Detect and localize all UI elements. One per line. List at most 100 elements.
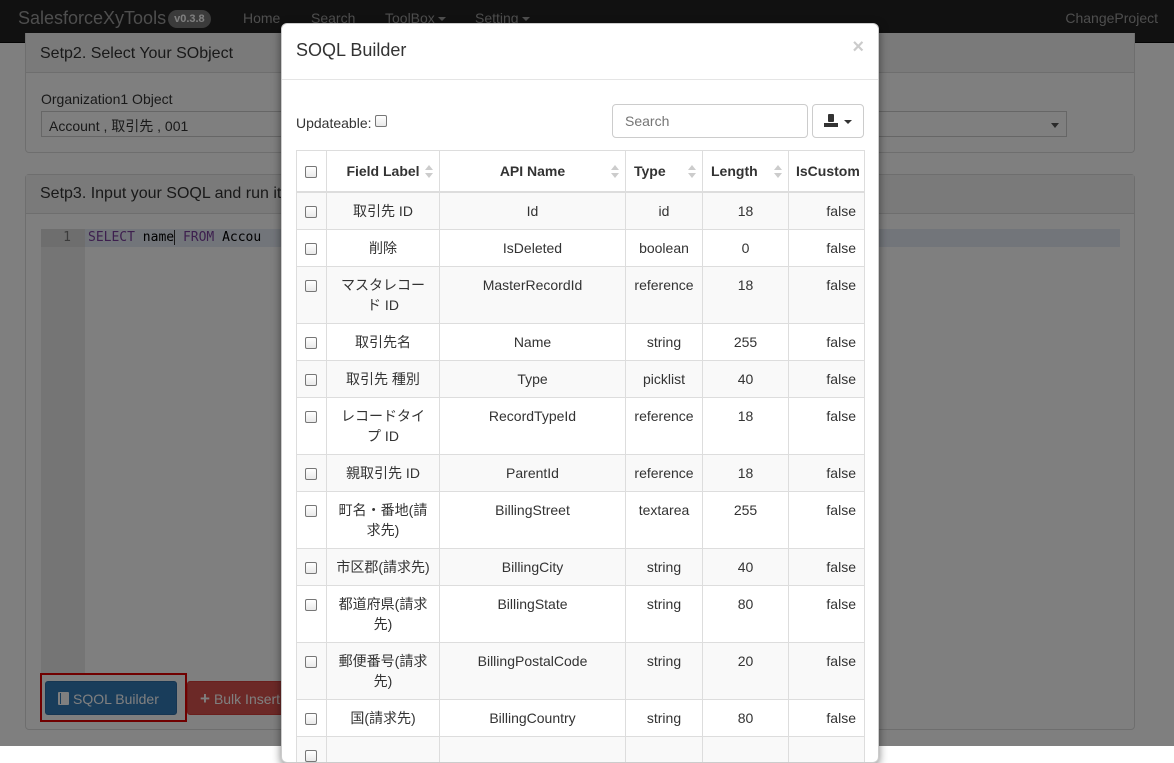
field-label-cell: 親取引先 ID xyxy=(327,454,440,491)
iscustom-cell: false xyxy=(789,266,865,323)
field-label-cell: 削除 xyxy=(327,229,440,266)
column-header-type[interactable]: Type xyxy=(626,151,703,192)
type-cell: picklist xyxy=(626,360,703,397)
table-row[interactable] xyxy=(297,736,865,763)
row-checkbox[interactable] xyxy=(305,505,317,517)
iscustom-cell: false xyxy=(789,323,865,360)
table-row[interactable]: 取引先名Namestring255false xyxy=(297,323,865,360)
api-name-cell: Type xyxy=(440,360,626,397)
length-cell: 255 xyxy=(703,323,789,360)
export-dropdown-button[interactable] xyxy=(812,104,864,138)
api-name-cell: BillingStreet xyxy=(440,491,626,548)
sort-icon xyxy=(774,165,782,179)
type-cell: string xyxy=(626,323,703,360)
iscustom-cell: false xyxy=(789,491,865,548)
api-name-cell: Name xyxy=(440,323,626,360)
iscustom-cell: false xyxy=(789,360,865,397)
iscustom-cell: false xyxy=(789,699,865,736)
row-checkbox[interactable] xyxy=(305,713,317,725)
table-row[interactable]: 町名・番地(請求先)BillingStreettextarea255false xyxy=(297,491,865,548)
export-icon xyxy=(824,114,838,128)
select-all-checkbox[interactable] xyxy=(305,166,317,178)
length-cell: 0 xyxy=(703,229,789,266)
table-row[interactable]: マスタレコード IDMasterRecordIdreference18false xyxy=(297,266,865,323)
fields-table: Field Label API Name Type Length IsCusto… xyxy=(296,150,865,763)
field-label-cell: レコードタイプ ID xyxy=(327,397,440,454)
row-checkbox[interactable] xyxy=(305,411,317,423)
table-row[interactable]: 取引先 種別Typepicklist40false xyxy=(297,360,865,397)
fields-table-body: 取引先 IDIdid18false削除IsDeletedboolean0fals… xyxy=(297,192,865,763)
updateable-checkbox[interactable] xyxy=(375,115,387,127)
sort-icon xyxy=(688,165,696,179)
length-cell: 18 xyxy=(703,192,789,230)
field-label-cell: マスタレコード ID xyxy=(327,266,440,323)
iscustom-cell: false xyxy=(789,397,865,454)
table-cell xyxy=(789,736,865,763)
table-row[interactable]: 都道府県(請求先)BillingStatestring80false xyxy=(297,585,865,642)
row-checkbox-cell xyxy=(297,192,327,230)
api-name-cell: MasterRecordId xyxy=(440,266,626,323)
row-checkbox[interactable] xyxy=(305,243,317,255)
column-header-label: IsCustom xyxy=(796,163,860,179)
column-header-api-name[interactable]: API Name xyxy=(440,151,626,192)
type-cell: reference xyxy=(626,266,703,323)
modal-title: SOQL Builder xyxy=(296,40,406,61)
modal-header: SOQL Builder × xyxy=(282,24,878,80)
length-cell: 18 xyxy=(703,397,789,454)
field-label-cell: 都道府県(請求先) xyxy=(327,585,440,642)
row-checkbox-cell xyxy=(297,323,327,360)
close-icon[interactable]: × xyxy=(852,36,864,59)
api-name-cell: BillingState xyxy=(440,585,626,642)
soql-builder-modal: SOQL Builder × Updateable: Field Label A… xyxy=(281,23,879,763)
length-cell: 18 xyxy=(703,266,789,323)
row-checkbox[interactable] xyxy=(305,599,317,611)
row-checkbox[interactable] xyxy=(305,280,317,292)
sort-icon xyxy=(425,165,433,179)
updateable-label: Updateable: xyxy=(296,115,372,131)
column-header-length[interactable]: Length xyxy=(703,151,789,192)
sort-icon xyxy=(611,165,619,179)
field-label-cell: 取引先 ID xyxy=(327,192,440,230)
length-cell: 40 xyxy=(703,360,789,397)
row-checkbox[interactable] xyxy=(305,337,317,349)
table-row[interactable]: 郵便番号(請求先)BillingPostalCodestring20false xyxy=(297,642,865,699)
api-name-cell: BillingCountry xyxy=(440,699,626,736)
type-cell: id xyxy=(626,192,703,230)
field-label-cell: 郵便番号(請求先) xyxy=(327,642,440,699)
column-header-label: Type xyxy=(634,163,666,179)
table-cell xyxy=(626,736,703,763)
table-row[interactable]: 取引先 IDIdid18false xyxy=(297,192,865,230)
chevron-down-icon xyxy=(844,120,852,124)
type-cell: string xyxy=(626,585,703,642)
row-checkbox-cell xyxy=(297,736,327,763)
row-checkbox-cell xyxy=(297,699,327,736)
column-header-field-label[interactable]: Field Label xyxy=(327,151,440,192)
iscustom-cell: false xyxy=(789,192,865,230)
table-row[interactable]: 親取引先 IDParentIdreference18false xyxy=(297,454,865,491)
table-row[interactable]: レコードタイプ IDRecordTypeIdreference18false xyxy=(297,397,865,454)
row-checkbox[interactable] xyxy=(305,468,317,480)
row-checkbox[interactable] xyxy=(305,374,317,386)
type-cell: string xyxy=(626,699,703,736)
row-checkbox[interactable] xyxy=(305,206,317,218)
type-cell: reference xyxy=(626,454,703,491)
type-cell: string xyxy=(626,642,703,699)
field-label-cell: 取引先名 xyxy=(327,323,440,360)
type-cell: boolean xyxy=(626,229,703,266)
select-all-header xyxy=(297,151,327,192)
length-cell: 40 xyxy=(703,548,789,585)
table-row[interactable]: 国(請求先)BillingCountrystring80false xyxy=(297,699,865,736)
column-header-iscustom[interactable]: IsCustom xyxy=(789,151,865,192)
fields-table-container: Field Label API Name Type Length IsCusto… xyxy=(296,150,865,763)
table-cell xyxy=(440,736,626,763)
table-row[interactable]: 市区郡(請求先)BillingCitystring40false xyxy=(297,548,865,585)
table-row[interactable]: 削除IsDeletedboolean0false xyxy=(297,229,865,266)
row-checkbox[interactable] xyxy=(305,750,317,762)
length-cell: 20 xyxy=(703,642,789,699)
api-name-cell: RecordTypeId xyxy=(440,397,626,454)
column-header-label: Length xyxy=(711,163,758,179)
iscustom-cell: false xyxy=(789,548,865,585)
row-checkbox[interactable] xyxy=(305,656,317,668)
search-input[interactable] xyxy=(612,104,808,138)
row-checkbox[interactable] xyxy=(305,562,317,574)
